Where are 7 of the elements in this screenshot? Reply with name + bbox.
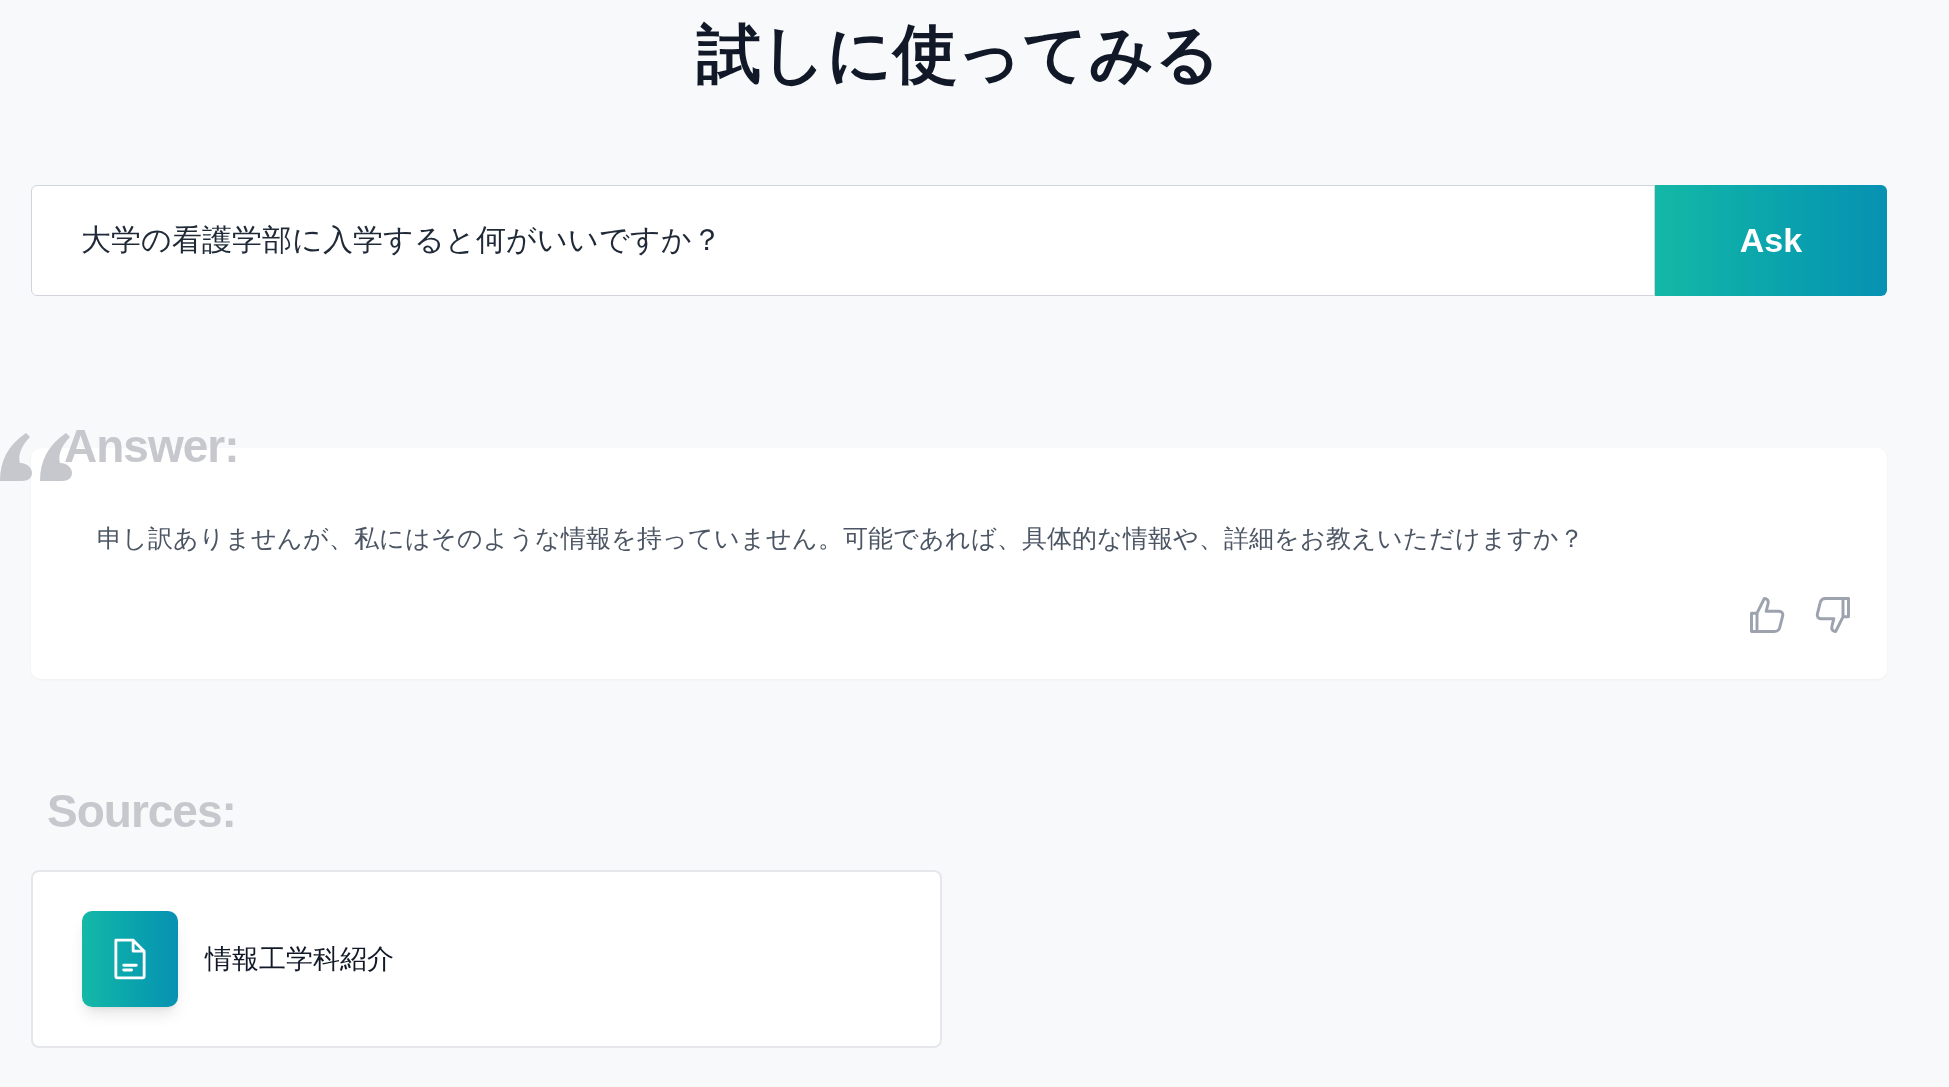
source-card[interactable]: 情報工学科紹介 — [31, 870, 942, 1048]
answer-heading: Answer: — [64, 423, 239, 469]
answer-text: 申し訳ありませんが、私にはそのような情報を持っていません。可能であれば、具体的な情報や、詳細をお教えいただけますか？ — [97, 523, 1584, 555]
source-title: 情報工学科紹介 — [205, 941, 394, 976]
page-title: 試しに使ってみる — [697, 22, 1221, 86]
question-field[interactable]: 大学の看護学部に入学すると何がいいですか？ — [31, 185, 1655, 296]
document-icon — [82, 911, 178, 1007]
